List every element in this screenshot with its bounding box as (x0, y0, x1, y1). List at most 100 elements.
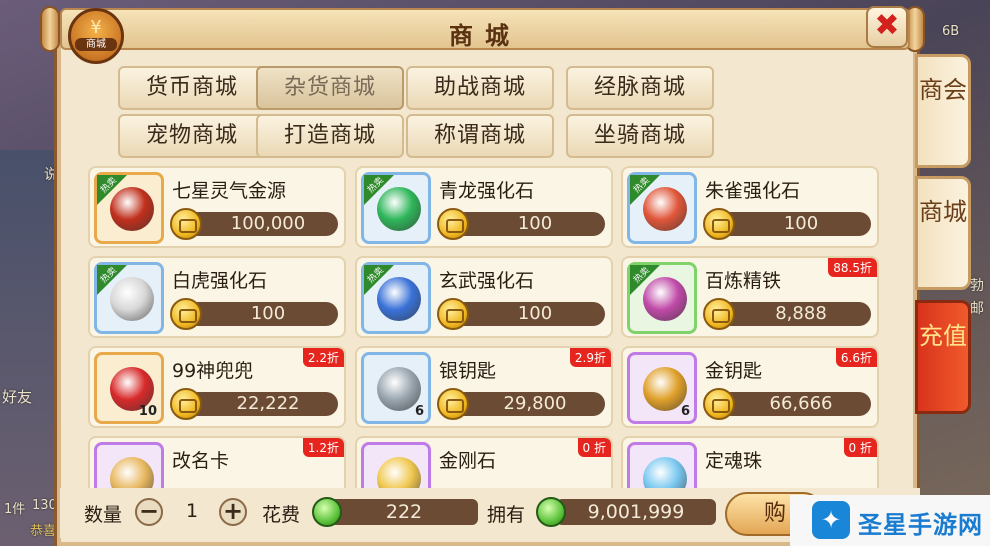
badge-label: 商城 (75, 38, 117, 51)
item-icon: 热卖 (94, 262, 164, 334)
item-quantity: 6 (414, 404, 424, 419)
buy-label: 购 (763, 501, 786, 526)
item-name: 金刚石 (439, 450, 497, 472)
item-card[interactable]: 热卖 朱雀强化石 100 (621, 166, 879, 248)
quantity-value[interactable]: 1 (186, 500, 198, 522)
side-tab-label: 商会 (919, 76, 967, 104)
tab-label: 宠物商城 (145, 123, 238, 148)
jade-currency-icon (536, 497, 566, 527)
item-name: 金钥匙 (705, 360, 763, 382)
background-text: 说 (44, 167, 58, 183)
yen-symbol: ¥ (90, 17, 102, 38)
item-icon: 热卖 (627, 262, 697, 334)
coin-icon (170, 298, 202, 330)
item-card[interactable]: 6 银钥匙 2.9折 29,800 (355, 346, 613, 428)
coin-icon (703, 208, 735, 240)
tab-currency-shop[interactable]: 货币商城 (118, 66, 266, 110)
title-bar: 商城 (60, 8, 910, 50)
item-name: 银钥匙 (439, 360, 497, 382)
item-name: 99神兜兜 (172, 360, 254, 382)
tab-forge-shop[interactable]: 打造商城 (256, 114, 404, 158)
background-text: 好友 (2, 388, 33, 406)
item-card[interactable]: 热卖 七星灵气金源 100,000 (88, 166, 346, 248)
item-name: 改名卡 (172, 450, 230, 472)
tab-label: 打造商城 (283, 123, 376, 148)
plus-icon: + (222, 497, 244, 525)
coin-icon (437, 298, 469, 330)
side-tab-recharge[interactable]: 充值 (915, 300, 971, 414)
item-quantity: 10 (138, 404, 157, 419)
side-tab-guild-shop[interactable]: 商会 (915, 54, 971, 168)
item-icon: 10 (94, 352, 164, 424)
item-card[interactable]: 10 99神兜兜 2.2折 22,222 (88, 346, 346, 428)
item-name: 白虎强化石 (172, 270, 268, 292)
coin-icon (703, 298, 735, 330)
discount-badge: 88.5折 (828, 258, 877, 277)
discount-badge: 0 折 (843, 438, 877, 457)
jade-currency-icon (312, 497, 342, 527)
tab-assist-shop[interactable]: 助战商城 (406, 66, 554, 110)
coin-icon (170, 388, 202, 420)
item-name: 七星灵气金源 (172, 180, 287, 202)
background-text: 1件 (4, 502, 26, 517)
close-icon: ✖ (874, 8, 900, 43)
watermark-logo-icon: ✦ (812, 501, 850, 539)
tab-label: 杂货商城 (283, 75, 376, 100)
side-tab-label: 充值 (919, 322, 967, 350)
cost-value: 222 (330, 499, 478, 525)
item-name: 朱雀强化石 (705, 180, 801, 202)
page-title: 商城 (449, 22, 521, 50)
side-tab-mall[interactable]: 商城 (915, 176, 971, 290)
item-icon: 6 (361, 352, 431, 424)
coin-icon (437, 388, 469, 420)
background-text: 130 (32, 498, 57, 513)
tab-sundry-shop[interactable]: 杂货商城 (256, 66, 404, 110)
minus-icon: − (138, 497, 160, 525)
background-text: 6B (942, 24, 960, 39)
plus-button[interactable]: + (219, 498, 247, 526)
tab-pet-shop[interactable]: 宠物商城 (118, 114, 266, 158)
side-tab-label: 商城 (919, 198, 967, 226)
coin-icon (703, 388, 735, 420)
item-name: 玄武强化石 (439, 270, 535, 292)
item-name: 青龙强化石 (439, 180, 535, 202)
discount-badge: 6.6折 (835, 348, 877, 367)
tab-title-shop[interactable]: 称谓商城 (406, 114, 554, 158)
item-card[interactable]: 热卖 白虎强化石 100 (88, 256, 346, 338)
minus-button[interactable]: − (135, 498, 163, 526)
item-card[interactable]: 改名卡 1.2折 (88, 436, 346, 496)
watermark: ✦ 圣星手游网 (790, 495, 990, 546)
close-button[interactable]: ✖ (866, 6, 908, 48)
watermark-text: 圣星手游网 (858, 511, 983, 539)
discount-badge: 1.2折 (302, 438, 344, 457)
item-card[interactable]: 热卖 玄武强化石 100 (355, 256, 613, 338)
discount-badge: 2.2折 (302, 348, 344, 367)
scroll-ornament-left (40, 6, 60, 52)
discount-badge: 0 折 (577, 438, 611, 457)
tab-mount-shop[interactable]: 坐骑商城 (566, 114, 714, 158)
discount-badge: 2.9折 (569, 348, 611, 367)
item-card[interactable]: 热卖 百炼精铁 88.5折 8,888 (621, 256, 879, 338)
own-value: 9,001,999 (556, 499, 716, 525)
item-quantity: 6 (680, 404, 690, 419)
tab-meridian-shop[interactable]: 经脉商城 (566, 66, 714, 110)
background-text: 邮 (970, 301, 984, 317)
shop-badge-icon: ¥ 商城 (68, 8, 124, 64)
item-card[interactable]: 热卖 青龙强化石 100 (355, 166, 613, 248)
item-icon: 热卖 (361, 262, 431, 334)
item-icon: 热卖 (94, 172, 164, 244)
item-card[interactable]: 金刚石 0 折 (355, 436, 613, 496)
background-text: 恭喜 (30, 524, 57, 539)
coin-icon (437, 208, 469, 240)
tab-label: 称谓商城 (433, 123, 526, 148)
tab-label: 坐骑商城 (593, 123, 686, 148)
tab-label: 货币商城 (145, 75, 238, 100)
own-label: 拥有 (487, 504, 526, 526)
item-icon: 热卖 (361, 172, 431, 244)
item-card[interactable]: 6 金钥匙 6.6折 66,666 (621, 346, 879, 428)
item-icon: 热卖 (627, 172, 697, 244)
tab-label: 助战商城 (433, 75, 526, 100)
quantity-label: 数量 (84, 504, 123, 526)
item-name: 百炼精铁 (705, 270, 782, 292)
item-card[interactable]: 定魂珠 0 折 (621, 436, 879, 496)
